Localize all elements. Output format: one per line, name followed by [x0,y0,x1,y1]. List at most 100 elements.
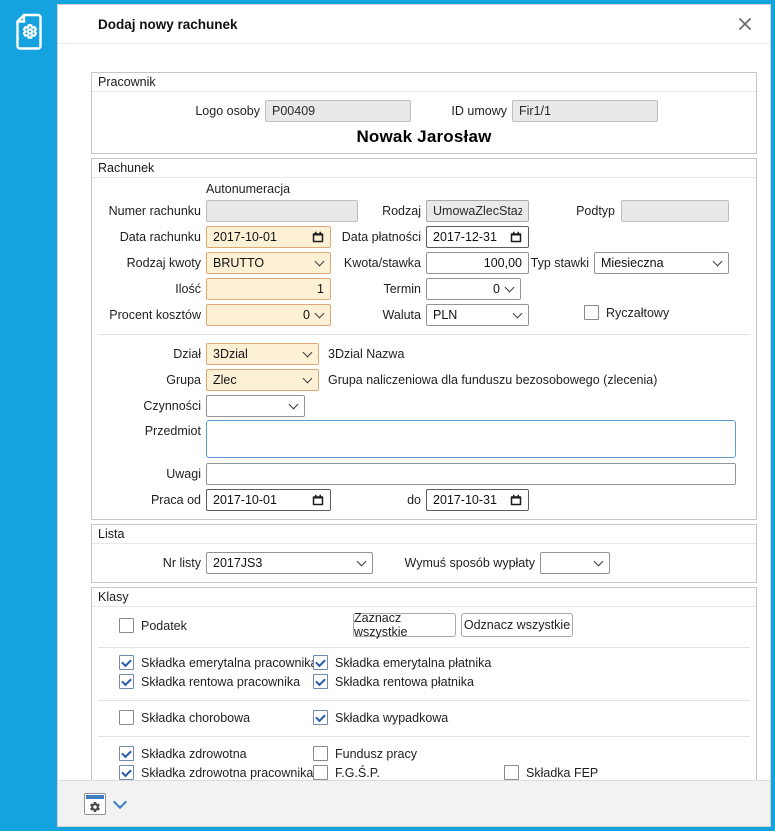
checkbox-fgsp[interactable]: F.G.Ś.P. [313,765,380,780]
odznacz-wszystkie-button[interactable]: Odznacz wszystkie [461,613,573,637]
id-umowy-field: Fir1/1 [512,100,658,122]
data-platnosci-label: Data płatności [341,230,421,244]
rodzaj-kwoty-label: Rodzaj kwoty [126,256,201,270]
id-umowy-label: ID umowy [451,104,507,118]
ilosc-label: Ilość [175,282,201,296]
divider [98,647,750,648]
close-icon [739,18,751,30]
chevron-down-icon [504,282,515,293]
app-sidebar [0,0,57,831]
checkbox-skladka-zdrowotna[interactable]: Składka zdrowotna [119,746,247,761]
typ-stawki-select[interactable]: Miesieczna [594,252,729,274]
rachunek-groupbox: Rachunek Autonumeracja Numer rachunku Ro… [91,158,757,520]
klasy-legend: Klasy [92,588,756,607]
nr-listy-select[interactable]: 2017JS3 [206,552,373,574]
praca-do-input[interactable]: 2017-10-31 [426,489,529,511]
dialog-window: Dodaj nowy rachunek Pracownik Logo osoby… [0,0,775,831]
checkbox-box [313,746,328,761]
kwota-stawka-label: Kwota/stawka [343,256,421,270]
checkbox-box [313,655,328,670]
dzial-description: 3Dzial Nazwa [328,347,405,361]
grupa-select[interactable]: Zlec [206,369,319,391]
procent-kosztow-select[interactable]: 0 [206,304,331,326]
dialog-title: Dodaj nowy rachunek [98,16,238,32]
numer-rachunku-label: Numer rachunku [108,204,201,218]
dialog-footer [58,780,770,826]
checkbox-skladka-rentowa-platnika[interactable]: Składka rentowa płatnika [313,674,474,689]
divider [98,700,750,701]
chevron-down-icon [314,256,325,267]
praca-od-input[interactable]: 2017-10-01 [206,489,331,511]
wymus-sposob-wyplaty-select[interactable] [540,552,610,574]
data-rachunku-input[interactable]: 2017-10-01 [206,226,331,248]
chevron-down-icon [314,308,325,319]
checkbox-fundusz-pracy[interactable]: Fundusz pracy [313,746,417,761]
checkbox-box [119,746,134,761]
checkbox-box [119,674,134,689]
typ-stawki-label: Typ stawki [530,256,589,270]
employee-name: Nowak Jarosław [356,127,492,146]
waluta-select[interactable]: PLN [426,304,529,326]
lista-legend: Lista [92,525,756,544]
checkbox-skladka-emerytalna-platnika[interactable]: Składka emerytalna płatnika [313,655,491,670]
calendar-icon [312,231,324,243]
form-content: Pracownik Logo osoby P00409 ID umowy Fir… [58,44,770,780]
logo-osoby-label: Logo osoby [195,104,260,118]
chevron-down-icon [593,556,604,567]
czynnosci-select[interactable] [206,395,305,417]
data-rachunku-label: Data rachunku [119,230,201,244]
dialog-body: Dodaj nowy rachunek Pracownik Logo osoby… [57,4,771,827]
przedmiot-label: Przedmiot [144,424,201,438]
rodzaj-label: Rodzaj [382,204,421,218]
nr-listy-label: Nr listy [162,556,201,570]
rachunek-legend: Rachunek [92,159,756,178]
uwagi-input[interactable] [206,463,736,485]
checkbox-box [504,765,519,780]
zaznacz-wszystkie-button[interactable]: Zaznacz wszystkie [353,611,456,639]
checkbox-skladka-emerytalna-pracownika[interactable]: Składka emerytalna pracownika [119,655,317,670]
gear-icon [90,801,100,812]
data-platnosci-input[interactable]: 2017-12-31 [426,226,529,248]
calendar-icon [510,494,522,506]
chevron-down-icon [712,256,723,267]
podtyp-label: Podtyp [576,204,615,218]
checkbox-box [313,710,328,725]
grupa-description: Grupa naliczeniowa dla funduszu bezosobo… [328,373,658,387]
ilosc-input[interactable]: 1 [206,278,331,300]
checkbox-skladka-rentowa-pracownika[interactable]: Składka rentowa pracownika [119,674,300,689]
chevron-down-icon [302,373,313,384]
checkbox-box [313,674,328,689]
waluta-label: Waluta [382,308,421,322]
checkbox-skladka-fep[interactable]: Składka FEP [504,765,598,780]
rodzaj-field: UmowaZlecStaz [426,200,529,222]
autonumeracja-label: Autonumeracja [206,182,291,196]
chevron-down-icon[interactable] [112,794,128,809]
divider [98,736,750,737]
close-button[interactable] [734,13,756,35]
chevron-down-icon [356,556,367,567]
settings-window-button[interactable] [84,792,106,815]
grupa-label: Grupa [166,373,201,387]
lista-groupbox: Lista Nr listy 2017JS3 Wymuś sposób wypł… [91,524,757,583]
chevron-down-icon [302,347,313,358]
rodzaj-kwoty-select[interactable]: BRUTTO [206,252,331,274]
procent-kosztow-label: Procent kosztów [109,308,201,322]
pracownik-legend: Pracownik [92,73,756,92]
checkbox-box [119,618,134,633]
checkbox-ryczaltowy[interactable]: Ryczałtowy [584,305,669,320]
checkbox-skladka-chorobowa[interactable]: Składka chorobowa [119,710,250,725]
checkbox-box [584,305,599,320]
checkbox-box [119,765,134,780]
dzial-select[interactable]: 3Dzial [206,343,319,365]
checkbox-box [313,765,328,780]
czynnosci-label: Czynności [143,399,201,413]
pracownik-groupbox: Pracownik Logo osoby P00409 ID umowy Fir… [91,72,757,154]
divider [98,334,750,335]
wymus-sposob-wyplaty-label: Wymuś sposób wypłaty [404,556,536,570]
checkbox-skladka-wypadkowa[interactable]: Składka wypadkowa [313,710,448,725]
termin-select[interactable]: 0 [426,278,521,300]
checkbox-skladka-zdrowotna-pracownika[interactable]: Składka zdrowotna pracownika [119,765,313,780]
przedmiot-textarea[interactable] [206,420,736,458]
checkbox-podatek[interactable]: Podatek [119,618,187,633]
checkbox-box [119,655,134,670]
